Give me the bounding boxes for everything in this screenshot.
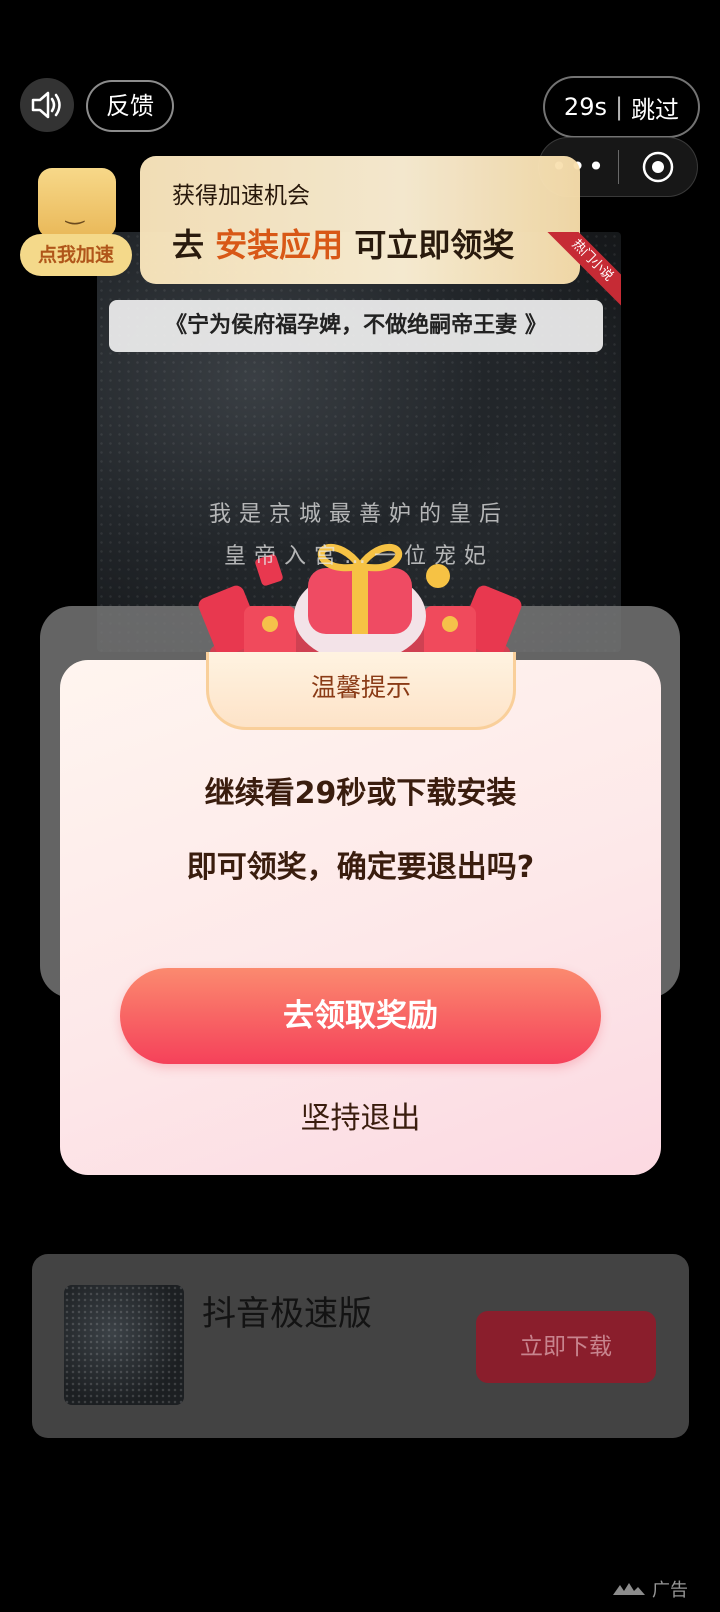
insist-exit-button[interactable]: 坚持退出 [250,1092,471,1146]
claim-reward-button[interactable]: 去领取奖励 [120,968,601,1064]
download-button[interactable]: 立即下载 [476,1311,656,1383]
speed-up-banner[interactable]: 获得加速机会 去 安装应用 可立即领奖 [140,156,580,284]
dialog-message-line1: 继续看29秒或下载安装 [204,776,517,811]
ad-label: 广告 [612,1576,688,1602]
app-name: 抖音极速版 [202,1294,372,1334]
banner-line1: 获得加速机会 [172,183,310,209]
speed-up-gift-button[interactable]: ‿ 点我加速 [18,158,132,282]
ad-logo-icon [613,1583,645,1595]
video-title: 《宁为侯府福孕婢，不做绝嗣帝王妻 》 [109,300,603,352]
banner-highlight: 安装应用 [215,226,344,264]
video-subtitle: 皇帝入宫…一位宠妃 [223,544,494,569]
dialog-header: 温馨提示 [206,652,516,730]
app-thumbnail [64,1285,184,1405]
skip-separator: | [614,93,624,121]
banner-suffix: 可立即领奖 [354,226,515,264]
smile-icon: ‿ [66,200,84,225]
exit-confirm-dialog: 温馨提示 继续看29秒或下载安装 即可领奖，确定要退出吗? 去领取奖励 坚持退出 [60,652,661,1175]
video-subtitle: 我是京城最善妒的皇后 [208,502,509,527]
skip-countdown: 29s [563,93,607,121]
dialog-message-line2: 即可领奖，确定要退出吗? [186,850,535,885]
banner-prefix: 去 [172,226,205,264]
app-download-card[interactable]: 抖音极速版 立即下载 [32,1254,689,1438]
speed-up-tag: 点我加速 [20,234,132,276]
banner-line2: 去 安装应用 可立即领奖 [172,220,514,266]
skip-button[interactable]: 29s | 跳过 [543,76,700,138]
speaker-icon [31,91,61,119]
sound-toggle-button[interactable] [20,78,74,132]
ad-label-text: 广告 [652,1580,688,1601]
close-miniprogram-button[interactable] [619,150,697,184]
target-icon [642,151,674,183]
feedback-button[interactable]: 反馈 [86,80,174,132]
skip-label: 跳过 [631,95,680,124]
